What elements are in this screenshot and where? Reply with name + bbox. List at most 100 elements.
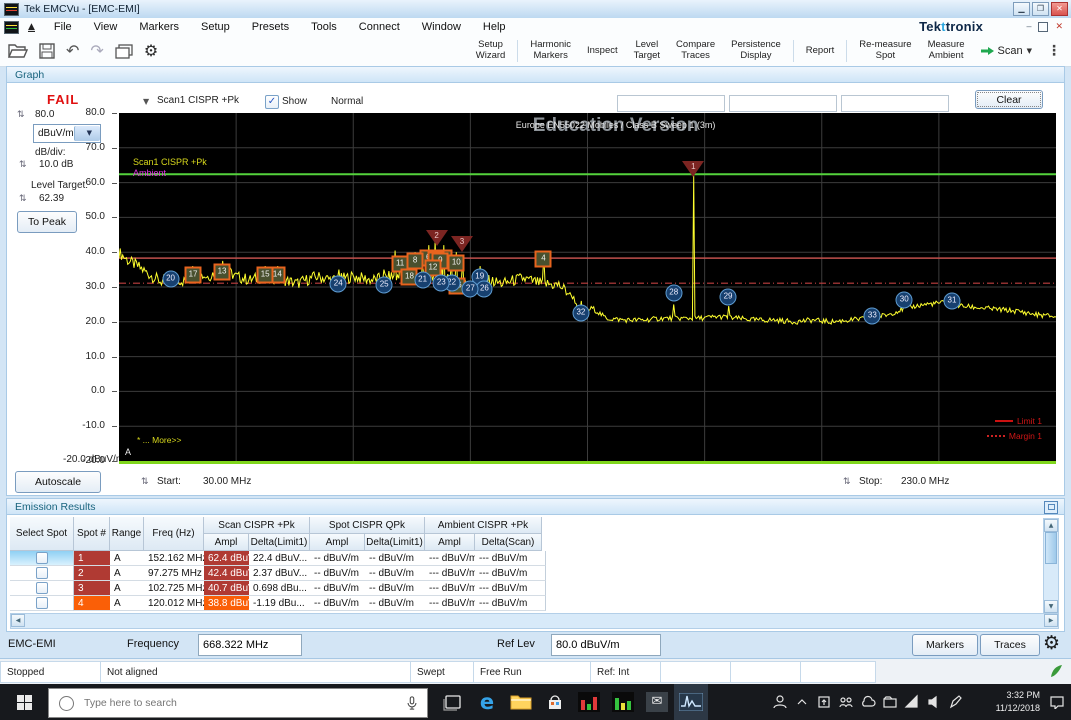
open-file-icon[interactable] <box>8 43 28 59</box>
menu-markers[interactable]: Markers <box>128 21 190 33</box>
tray-people-icon[interactable] <box>772 694 788 710</box>
toolbar-harmonic-markers[interactable]: Harmonic Markers <box>523 40 578 62</box>
marker-3[interactable]: 3 <box>451 236 473 253</box>
start-value[interactable]: 30.00 MHz <box>203 476 251 487</box>
marker-29[interactable]: 29 <box>720 289 737 306</box>
taskbar-app-scope-red[interactable] <box>572 684 606 720</box>
column-header-freq-hz[interactable]: Freq (Hz) <box>144 517 204 551</box>
marker-32[interactable]: 32 <box>572 305 589 322</box>
column-header-spot-cispr-qpk-ampl[interactable]: Ampl <box>310 534 365 551</box>
spot-number-cell[interactable]: 1 <box>74 551 114 566</box>
toolbar-report[interactable]: Report <box>799 46 842 57</box>
action-center-icon[interactable] <box>1050 696 1064 709</box>
toolbar-re-measure-spot[interactable]: Re-measure Spot <box>852 40 918 62</box>
marker-20[interactable]: 20 <box>162 270 179 287</box>
menu-presets[interactable]: Presets <box>241 21 300 33</box>
traces-button[interactable]: Traces <box>980 634 1040 656</box>
tray-volume-icon[interactable] <box>926 694 942 710</box>
maximize-button[interactable]: ❐ <box>1032 2 1049 16</box>
taskbar-app-mail[interactable]: ✉ <box>640 684 674 720</box>
marker-17[interactable]: 17 <box>185 267 202 284</box>
autoscale-button[interactable]: Autoscale <box>15 471 101 493</box>
trace-slot-empty[interactable] <box>729 95 837 112</box>
toolbar-inspect[interactable]: Inspect <box>580 46 625 57</box>
column-header-spot[interactable]: Spot # <box>74 517 110 551</box>
more-markers-label[interactable]: * ... More>> <box>137 435 181 445</box>
stop-value[interactable]: 230.0 MHz <box>901 476 949 487</box>
unit-dropdown-arrow-icon[interactable]: ▼ <box>74 126 100 141</box>
db-div-spinner[interactable]: ⇅ <box>19 160 27 170</box>
tray-folder-sync-icon[interactable] <box>882 694 898 710</box>
unit-dropdown[interactable]: dBuV/m ▼ <box>33 124 101 143</box>
level-target-spinner[interactable]: ⇅ <box>19 194 27 204</box>
trace-mode-label[interactable]: Normal <box>331 96 363 107</box>
scroll-down-icon[interactable]: ▼ <box>1044 600 1058 613</box>
search-input[interactable] <box>82 696 405 710</box>
taskbar-app-store[interactable] <box>538 684 572 720</box>
marker-31[interactable]: 31 <box>943 292 960 309</box>
menu-setup[interactable]: Setup <box>190 21 241 33</box>
scroll-right-icon[interactable]: ▶ <box>1044 614 1058 627</box>
marker-13[interactable]: 13 <box>214 264 231 281</box>
stop-spinner[interactable]: ⇅ <box>843 477 851 487</box>
document-icon[interactable] <box>4 21 19 34</box>
trace-slot-empty[interactable] <box>617 95 725 112</box>
marker-24[interactable]: 24 <box>330 275 347 292</box>
menu-connect[interactable]: Connect <box>348 21 411 33</box>
trace-collapse-icon[interactable]: ▼ <box>143 97 149 106</box>
taskbar-app-task-view[interactable] <box>436 684 470 720</box>
column-header-scan-cispr-pk-ampl[interactable]: Ampl <box>204 534 249 551</box>
spot-number-cell[interactable]: 4 <box>74 596 114 611</box>
settings-gear-icon[interactable]: ⚙ <box>144 43 158 59</box>
toolbar-level-target[interactable]: Level Target <box>627 40 667 62</box>
panel-pin-icon[interactable] <box>1044 501 1058 514</box>
spot-checkbox[interactable] <box>36 567 48 579</box>
scrollbar-thumb[interactable] <box>1045 532 1057 564</box>
mdi-restore-icon[interactable] <box>1038 22 1048 32</box>
log-quill-icon[interactable] <box>1049 664 1063 678</box>
tray-teams-icon[interactable] <box>838 694 854 710</box>
clear-button[interactable]: Clear <box>975 90 1043 109</box>
settings-gear-icon[interactable]: ⚙ <box>1043 632 1060 654</box>
scroll-up-icon[interactable]: ▲ <box>1044 519 1058 532</box>
trace-selector[interactable]: Scan1 CISPR +Pk <box>157 95 239 106</box>
spectrum-plot[interactable]: Education Version Europe EN55022 Mobiles… <box>119 113 1056 464</box>
marker-1[interactable]: 1 <box>682 161 704 178</box>
level-target-value[interactable]: 62.39 <box>39 193 64 204</box>
marker-8[interactable]: 8 <box>407 252 424 269</box>
scroll-left-icon[interactable]: ◀ <box>11 614 25 627</box>
spot-checkbox[interactable] <box>36 552 48 564</box>
menu-file[interactable]: File <box>43 21 83 33</box>
close-button[interactable]: ✕ <box>1051 2 1068 16</box>
menu-help[interactable]: Help <box>472 21 517 33</box>
microphone-icon[interactable] <box>405 695 419 711</box>
redo-icon[interactable]: ↷ <box>90 43 103 59</box>
tray-update-icon[interactable] <box>816 694 832 710</box>
trace-slot-empty[interactable] <box>841 95 949 112</box>
taskbar-clock[interactable]: 3:32 PM 11/12/2018 <box>968 689 1040 714</box>
column-header-range[interactable]: Range <box>110 517 144 551</box>
menu-window[interactable]: Window <box>411 21 472 33</box>
marker-15[interactable]: 15 <box>257 267 274 284</box>
show-checkbox[interactable]: ✓ <box>265 95 279 109</box>
tray-network-icon[interactable] <box>904 694 920 710</box>
tray-cloud-icon[interactable] <box>860 694 876 710</box>
column-header-scan-cispr-pk-delta-limit1[interactable]: Delta(Limit1) <box>249 534 310 551</box>
frequency-input[interactable] <box>198 634 302 656</box>
ref-lev-input[interactable] <box>551 634 661 656</box>
marker-27[interactable]: 27 <box>462 281 479 298</box>
tray-pen-icon[interactable] <box>948 694 964 710</box>
start-spinner[interactable]: ⇅ <box>141 477 149 487</box>
marker-25[interactable]: 25 <box>376 276 393 293</box>
toolbar-setup-wizard[interactable]: Setup Wizard <box>469 40 513 62</box>
spot-checkbox[interactable] <box>36 597 48 609</box>
taskbar-app-scope-green[interactable] <box>606 684 640 720</box>
column-header-spot-cispr-qpk-delta-limit1[interactable]: Delta(Limit1) <box>365 534 425 551</box>
markers-button[interactable]: Markers <box>912 634 978 656</box>
spot-checkbox[interactable] <box>36 582 48 594</box>
copy-window-icon[interactable] <box>115 44 133 59</box>
menu-tools[interactable]: Tools <box>300 21 348 33</box>
taskbar-app-emcvu[interactable] <box>674 684 708 720</box>
scan-button[interactable]: Scan ▼ <box>974 45 1039 58</box>
taskbar-search[interactable] <box>48 688 428 718</box>
